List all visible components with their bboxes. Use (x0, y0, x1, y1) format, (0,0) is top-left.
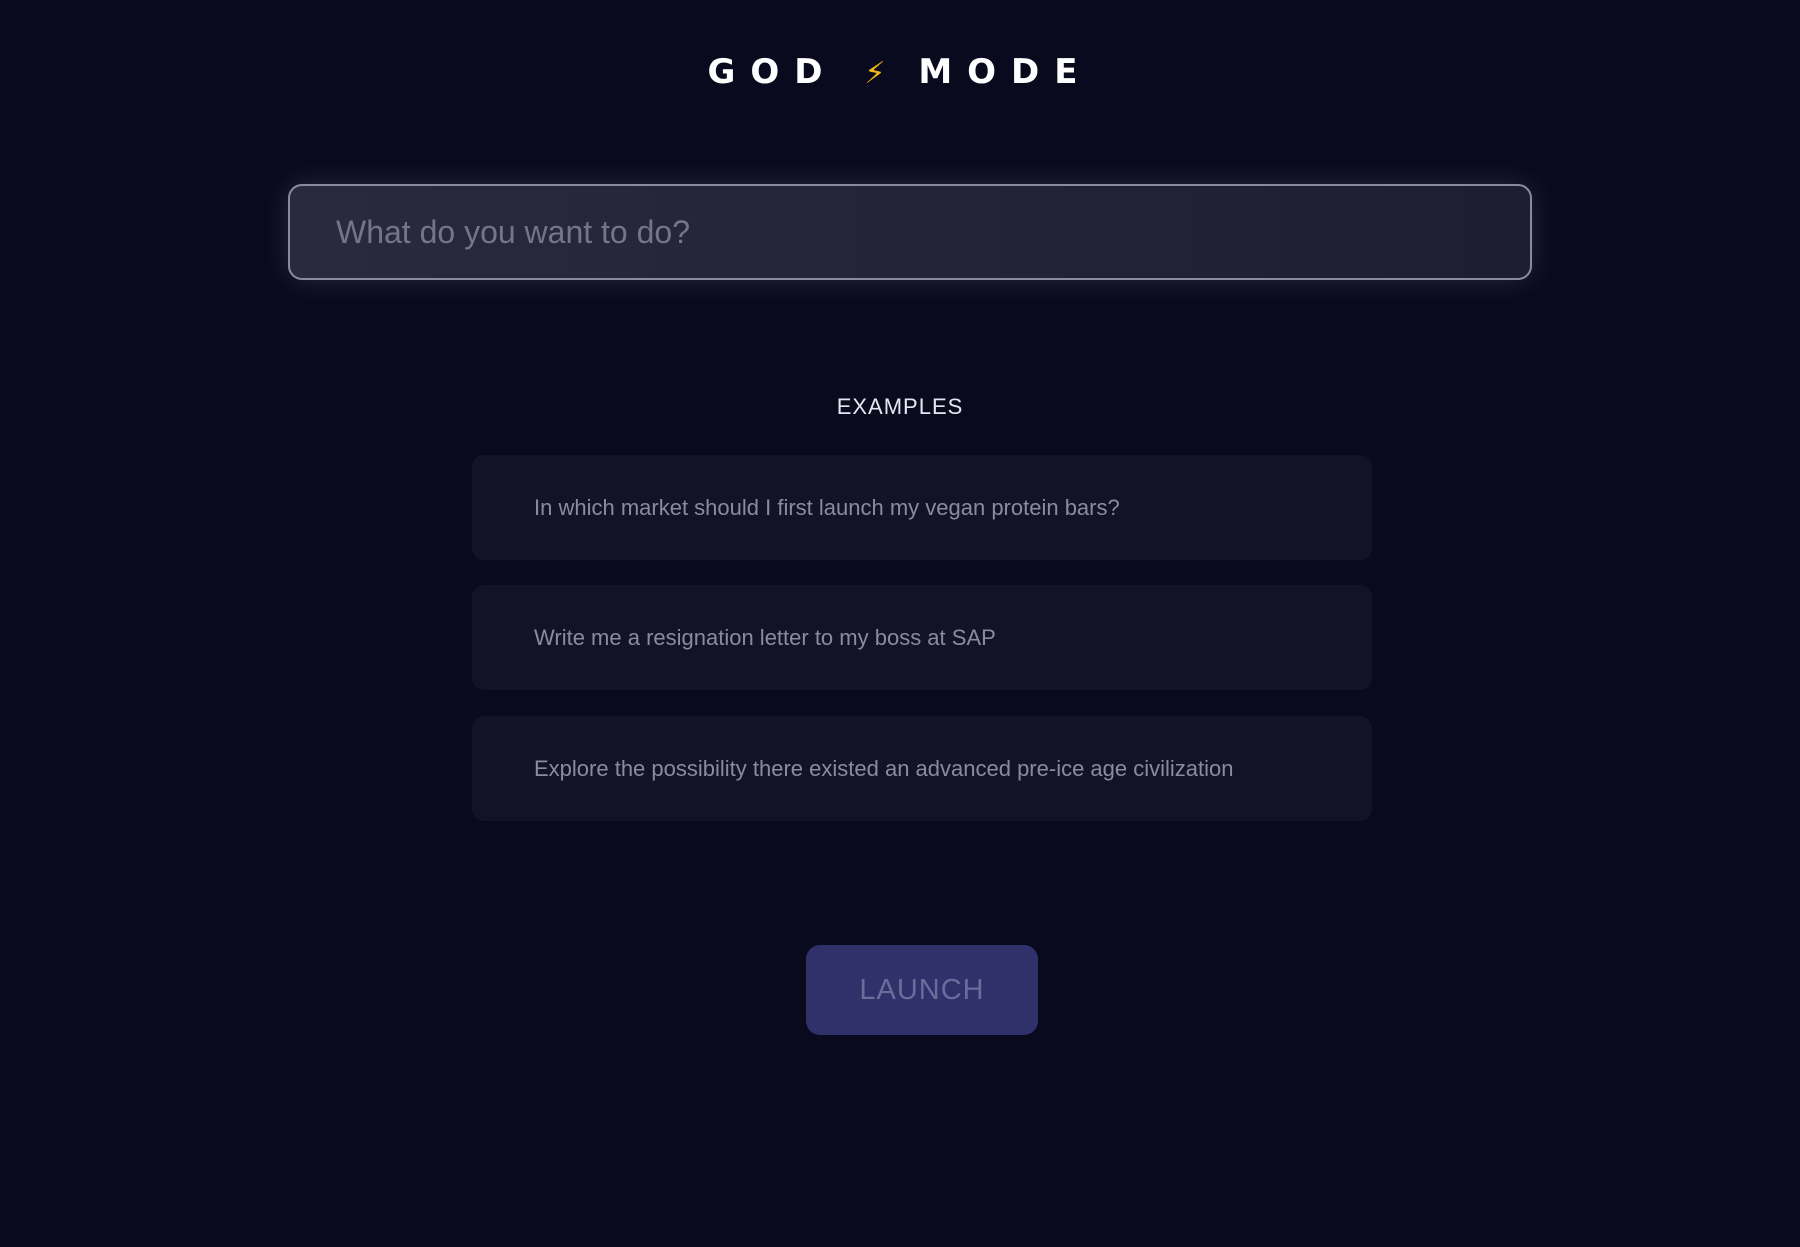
app-title-right: MODE (918, 52, 1093, 92)
task-input[interactable] (288, 184, 1532, 280)
examples-heading: EXAMPLES (836, 394, 964, 419)
app-title: GOD ⚡ MODE (0, 47, 1800, 99)
example-card-1[interactable]: In which market should I first launch my… (472, 455, 1372, 560)
example-card-text: Write me a resignation letter to my boss… (534, 625, 996, 650)
search-container (288, 184, 1532, 280)
app-title-left: GOD (707, 52, 838, 92)
example-card-3[interactable]: Explore the possibility there existed an… (472, 716, 1372, 821)
example-card-text: In which market should I first launch my… (534, 495, 1120, 520)
example-card-2[interactable]: Write me a resignation letter to my boss… (472, 585, 1372, 690)
launch-button[interactable]: LAUNCH (806, 945, 1038, 1035)
lightning-bolt-icon: ⚡ (864, 56, 886, 91)
example-card-text: Explore the possibility there existed an… (534, 756, 1234, 781)
